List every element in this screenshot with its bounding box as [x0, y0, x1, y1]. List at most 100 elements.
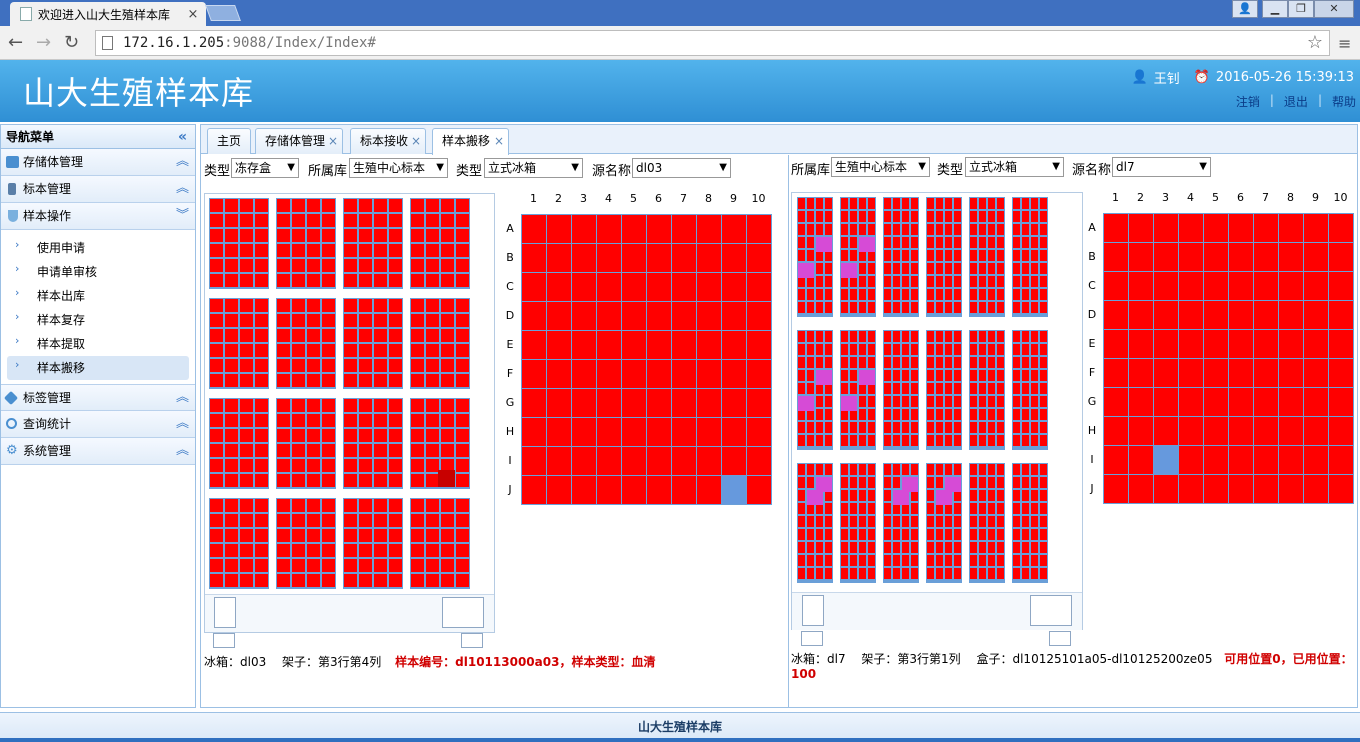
grid-cell[interactable]: [1329, 272, 1353, 300]
grid-cell[interactable]: [1254, 446, 1278, 474]
grid-cell[interactable]: [647, 331, 671, 359]
storage-box[interactable]: [926, 463, 962, 583]
grid-cell[interactable]: [1204, 475, 1228, 503]
storage-box[interactable]: [1012, 330, 1048, 450]
grid-cell[interactable]: [722, 447, 746, 475]
grid-cell[interactable]: [1254, 301, 1278, 329]
grid-cell[interactable]: [1304, 272, 1328, 300]
grid-cell[interactable]: [1179, 330, 1203, 358]
grid-cell[interactable]: [1304, 330, 1328, 358]
grid-cell[interactable]: [1154, 388, 1178, 416]
grid-cell[interactable]: [1129, 330, 1153, 358]
grid-cell[interactable]: [622, 273, 646, 301]
storage-box[interactable]: [969, 463, 1005, 583]
storage-box[interactable]: [883, 197, 919, 317]
storage-box[interactable]: [410, 498, 470, 589]
grid-cell[interactable]: [1229, 446, 1253, 474]
grid-cell[interactable]: [1329, 475, 1353, 503]
grid-cell[interactable]: [622, 360, 646, 388]
grid-cell[interactable]: [722, 244, 746, 272]
grid-cell[interactable]: [1204, 214, 1228, 242]
menu-item-sample-out[interactable]: › 样本出库: [7, 284, 189, 308]
grid-cell[interactable]: [1329, 417, 1353, 445]
grid-cell[interactable]: [572, 302, 596, 330]
tab-sample-move[interactable]: 样本搬移 ×: [432, 128, 509, 155]
grid-cell[interactable]: [1229, 330, 1253, 358]
storage-box[interactable]: [276, 298, 336, 389]
grid-cell[interactable]: [1104, 417, 1128, 445]
grid-cell[interactable]: [1129, 446, 1153, 474]
right-fridge-type-select[interactable]: 立式冰箱 ▼: [965, 157, 1064, 177]
grid-cell[interactable]: [697, 273, 721, 301]
grid-cell[interactable]: [1254, 214, 1278, 242]
storage-box[interactable]: [209, 198, 269, 289]
grid-cell[interactable]: [1304, 475, 1328, 503]
menu-item-use-request[interactable]: › 使用申请: [7, 236, 189, 260]
grid-cell[interactable]: [547, 389, 571, 417]
grid-cell[interactable]: [547, 215, 571, 243]
grid-cell[interactable]: [1129, 243, 1153, 271]
grid-cell[interactable]: [522, 360, 546, 388]
grid-cell[interactable]: [1304, 301, 1328, 329]
grid-cell[interactable]: [547, 302, 571, 330]
grid-cell[interactable]: [1154, 359, 1178, 387]
left-source-select[interactable]: dl03 ▼: [632, 158, 731, 178]
grid-cell[interactable]: [1329, 301, 1353, 329]
grid-cell[interactable]: [1204, 359, 1228, 387]
storage-box[interactable]: [1012, 197, 1048, 317]
menu-item-request-review[interactable]: › 申请单审核: [7, 260, 189, 284]
left-box-type-select[interactable]: 冻存盒 ▼: [231, 158, 299, 178]
grid-cell[interactable]: [597, 331, 621, 359]
grid-cell[interactable]: [1179, 301, 1203, 329]
grid-cell[interactable]: [1304, 417, 1328, 445]
user-icon[interactable]: 👤: [1232, 0, 1258, 18]
grid-cell[interactable]: [1279, 417, 1303, 445]
grid-cell[interactable]: [1229, 417, 1253, 445]
grid-cell[interactable]: [1179, 417, 1203, 445]
grid-cell[interactable]: [647, 273, 671, 301]
grid-cell[interactable]: [1179, 446, 1203, 474]
grid-cell[interactable]: [572, 273, 596, 301]
grid-cell[interactable]: [1229, 272, 1253, 300]
browser-tab[interactable]: 欢迎进入山大生殖样本库 ×: [10, 2, 206, 26]
grid-cell[interactable]: [697, 302, 721, 330]
grid-cell[interactable]: [1279, 301, 1303, 329]
grid-cell[interactable]: [672, 302, 696, 330]
grid-cell[interactable]: [672, 476, 696, 504]
close-tab-icon[interactable]: ×: [411, 129, 421, 153]
collapse-sidebar-icon[interactable]: «: [178, 125, 187, 149]
grid-cell[interactable]: [1304, 359, 1328, 387]
tab-storage[interactable]: 存储体管理 ×: [255, 128, 343, 154]
storage-box[interactable]: [410, 198, 470, 289]
grid-cell[interactable]: [672, 331, 696, 359]
grid-cell[interactable]: [697, 244, 721, 272]
right-source-select[interactable]: dl7 ▼: [1112, 157, 1211, 177]
reload-icon[interactable]: ↻: [64, 32, 79, 53]
grid-cell[interactable]: [1154, 446, 1178, 474]
help-link[interactable]: 帮助: [1332, 93, 1356, 110]
nav-group-storage[interactable]: 存储体管理 ︽: [1, 149, 195, 176]
grid-cell[interactable]: [647, 302, 671, 330]
storage-box[interactable]: [276, 198, 336, 289]
browser-menu-icon[interactable]: ≡: [1338, 34, 1351, 53]
grid-cell[interactable]: [1104, 243, 1128, 271]
grid-cell[interactable]: [672, 215, 696, 243]
grid-cell[interactable]: [1329, 446, 1353, 474]
storage-box[interactable]: [969, 197, 1005, 317]
storage-box[interactable]: [883, 463, 919, 583]
grid-cell[interactable]: [722, 302, 746, 330]
grid-cell[interactable]: [647, 360, 671, 388]
storage-box[interactable]: [276, 398, 336, 489]
grid-cell[interactable]: [522, 331, 546, 359]
storage-box[interactable]: [209, 298, 269, 389]
grid-cell[interactable]: [647, 476, 671, 504]
grid-cell[interactable]: [1104, 272, 1128, 300]
grid-cell[interactable]: [647, 215, 671, 243]
grid-cell[interactable]: [1129, 359, 1153, 387]
grid-cell[interactable]: [1129, 301, 1153, 329]
grid-cell[interactable]: [1129, 417, 1153, 445]
grid-cell[interactable]: [647, 418, 671, 446]
grid-cell[interactable]: [597, 302, 621, 330]
grid-cell[interactable]: [672, 360, 696, 388]
restore-icon[interactable]: ❐: [1288, 0, 1314, 18]
